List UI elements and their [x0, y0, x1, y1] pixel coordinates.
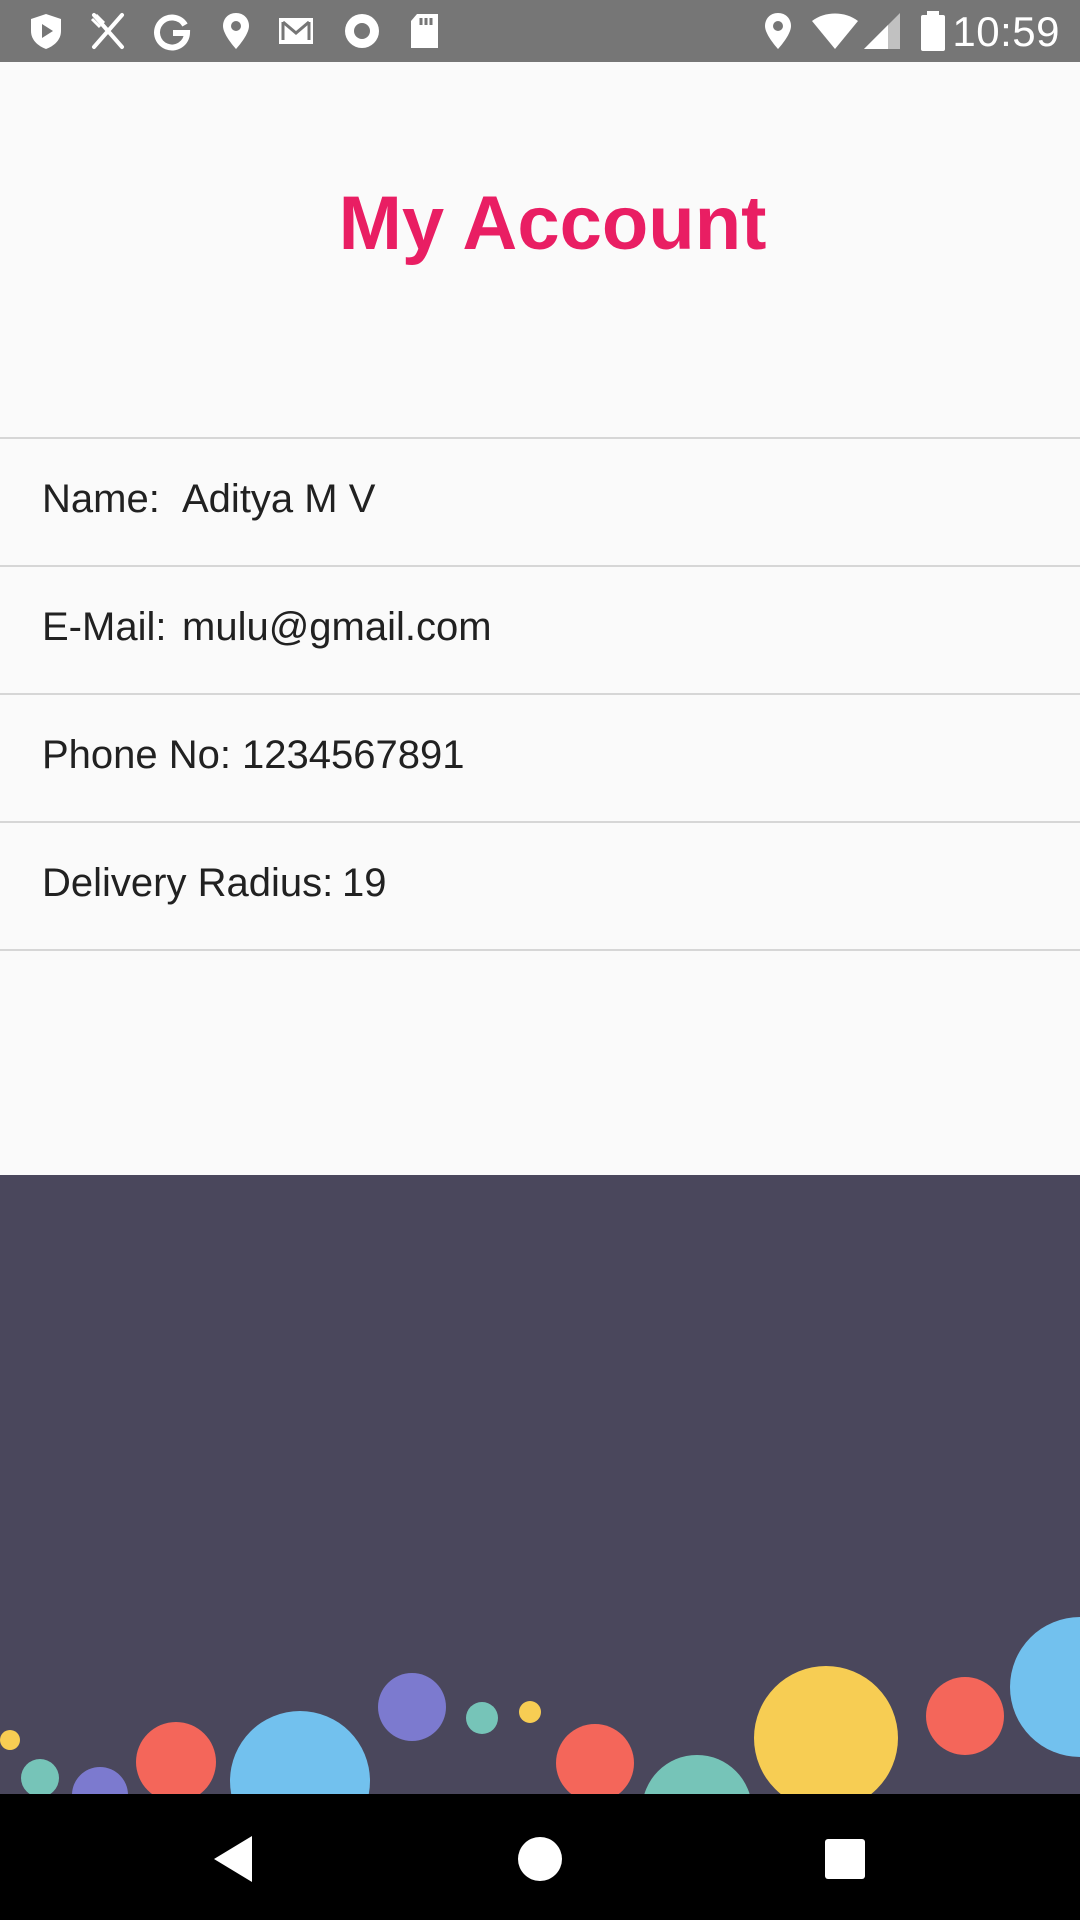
email-row: E-Mail: mulu@gmail.com [0, 565, 1080, 693]
battery-icon [921, 11, 945, 51]
gmail-icon [279, 18, 313, 44]
name-row: Name: Aditya M V [0, 437, 1080, 565]
shield-play-icon [31, 14, 61, 49]
sd-card-icon [411, 14, 438, 48]
location-pin-icon [223, 13, 249, 49]
status-bar: 10:59 [0, 0, 1080, 62]
bubble [72, 1767, 128, 1794]
delivery-radius-value: 19 [342, 861, 387, 905]
page-title: My Account [338, 181, 767, 266]
bubble [754, 1666, 898, 1794]
bubble [378, 1673, 446, 1741]
utensils-icon [90, 13, 124, 49]
email-value: mulu@gmail.com [182, 605, 492, 649]
home-icon[interactable] [505, 1824, 575, 1894]
phone-value: 1234567891 [242, 733, 465, 777]
bubble [136, 1722, 216, 1794]
bubble [926, 1677, 1004, 1755]
google-icon [154, 14, 191, 51]
delivery-radius-row: Delivery Radius: 19 [0, 821, 1080, 951]
phone-row: Phone No: 1234567891 [0, 693, 1080, 821]
bubble [644, 1755, 750, 1794]
status-time: 10:59 [952, 8, 1060, 55]
bubble [230, 1711, 370, 1794]
phone-label: Phone No: [42, 733, 232, 777]
navigation-bar [0, 1794, 1080, 1920]
bubble [556, 1724, 634, 1794]
recents-icon[interactable] [810, 1824, 880, 1894]
back-icon[interactable] [200, 1824, 270, 1894]
decorative-footer [0, 1175, 1080, 1794]
bubble [0, 1730, 20, 1750]
location-pin-icon [765, 13, 791, 49]
account-info-list: Name: Aditya M V E-Mail: mulu@gmail.com … [0, 437, 1080, 951]
bubble [1010, 1617, 1080, 1757]
bubble [466, 1702, 498, 1734]
bubbles-illustration [0, 1617, 1080, 1794]
name-label: Name: [42, 477, 160, 521]
name-value: Aditya M V [182, 477, 376, 521]
record-icon [345, 14, 379, 48]
email-label: E-Mail: [42, 605, 167, 649]
bubble [21, 1759, 59, 1794]
bubble [519, 1701, 541, 1723]
signal-icon [864, 13, 900, 49]
delivery-radius-label: Delivery Radius: [42, 861, 334, 905]
wifi-icon [812, 13, 858, 49]
